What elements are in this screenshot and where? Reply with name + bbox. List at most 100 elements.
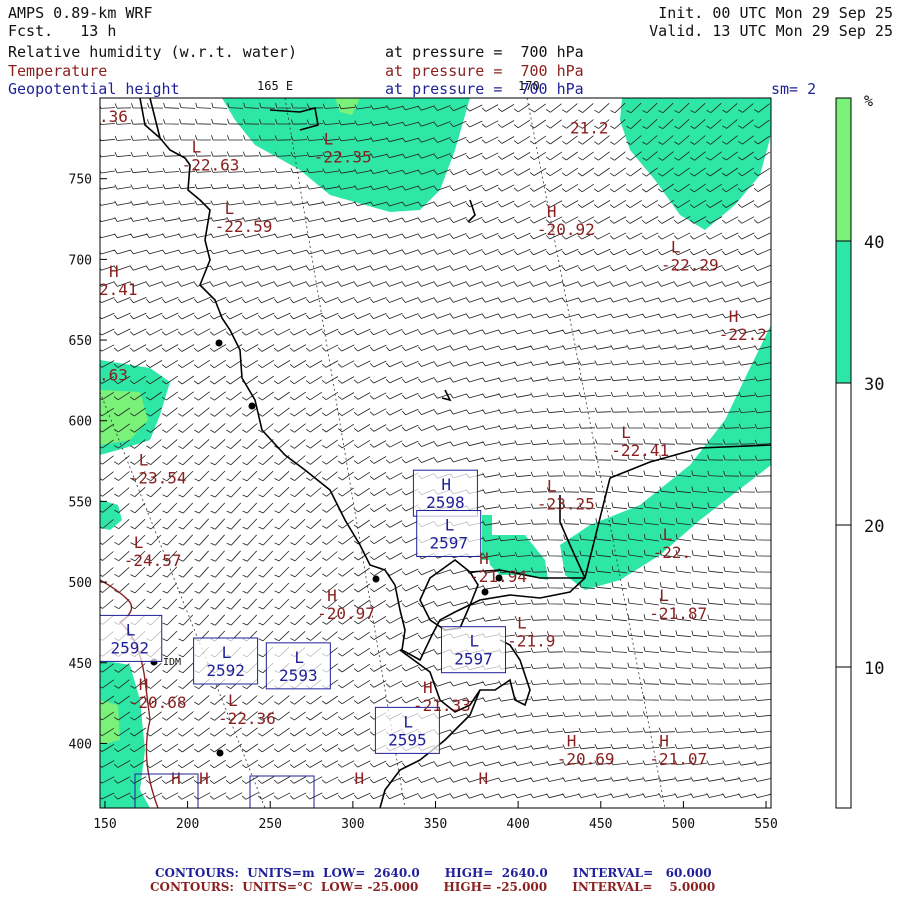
temp-extremum-letter: L xyxy=(134,533,144,552)
temp-value-label: -20.92 xyxy=(537,220,595,239)
edge-extremum-letter: H xyxy=(171,769,181,788)
temp-value-label: -23.54 xyxy=(129,469,187,488)
temp-extremum-letter: L xyxy=(192,138,202,157)
temp-extremum-letter: H xyxy=(139,675,149,694)
colorbar-segment-30-40 xyxy=(836,241,851,383)
x-tick-label: 400 xyxy=(506,817,529,832)
height-extremum-letter: L xyxy=(294,648,304,667)
edge-extremum-letter: H xyxy=(199,769,209,788)
temp-extremum-letter: L xyxy=(324,130,334,149)
temp-value-label: -20.69 xyxy=(557,749,615,768)
temp-value-label: -22.59 xyxy=(215,217,273,236)
height-extremum-letter: L xyxy=(126,620,136,639)
footer-temp-contours: CONTOURS: UNITS=°C LOW= -25.000 HIGH= -2… xyxy=(150,880,716,894)
height-value-label: 2598 xyxy=(426,493,465,512)
temp-extremum-letter: H xyxy=(479,549,489,568)
x-tick-label: 450 xyxy=(589,817,612,832)
y-tick-label: 650 xyxy=(69,334,92,349)
height-extremum-letter: H xyxy=(441,475,451,494)
height-label-box: H2598 xyxy=(412,469,478,517)
colorbar-unit: % xyxy=(864,92,873,110)
height-extremum-letter: L xyxy=(445,516,455,535)
temp-value-label: -20.97 xyxy=(317,604,375,623)
temp-value-label: -22.29 xyxy=(661,256,719,275)
y-tick-label: 500 xyxy=(69,576,92,591)
colorbar-tick-20: 20 xyxy=(864,517,884,537)
colorbar-segment-below-30 xyxy=(836,383,851,808)
x-tick-label: 150 xyxy=(93,817,116,832)
temp-value-label: -20.68 xyxy=(129,693,187,712)
temp-extremum-letter: L xyxy=(621,423,631,442)
height-value-label: 2592 xyxy=(206,661,245,680)
temp-extremum-letter: L xyxy=(659,586,669,605)
height-extremum-letter: L xyxy=(222,643,232,662)
height-value-label: 2597 xyxy=(454,650,493,669)
temp-value-label: 21.2 xyxy=(570,119,609,138)
height-extremum-letter: L xyxy=(403,712,413,731)
temp-extremum-letter: H xyxy=(567,731,577,750)
temp-value-label: -24.57 xyxy=(124,551,182,570)
x-tick-label: 500 xyxy=(672,817,695,832)
temp-extremum-letter: L xyxy=(671,238,681,257)
height-value-label: 2592 xyxy=(110,638,149,657)
colorbar: % 40 30 20 10 xyxy=(835,92,884,809)
x-tick-label: 350 xyxy=(424,817,447,832)
height-label-box: L2597 xyxy=(441,626,507,674)
y-tick-label: 400 xyxy=(69,737,92,752)
temp-extremum-letter: H xyxy=(729,307,739,326)
x-tick-label: 200 xyxy=(176,817,199,832)
temp-extremum-letter: H xyxy=(109,262,119,281)
height-value-label: 2597 xyxy=(429,534,468,553)
height-label-box: L2597 xyxy=(416,510,482,558)
temp-extremum-letter: L xyxy=(517,614,527,633)
x-tick-label: 300 xyxy=(341,817,364,832)
footer-height-contours: CONTOURS: UNITS=m LOW= 2640.0 HIGH= 2640… xyxy=(155,866,712,880)
temp-value-label: -22. xyxy=(653,543,692,562)
edge-extremum-letter: H xyxy=(478,769,488,788)
height-label-box: L2592 xyxy=(100,614,163,662)
height-label-box: L2593 xyxy=(265,642,331,690)
y-tick-label: 450 xyxy=(69,657,92,672)
temp-extremum-letter: L xyxy=(547,476,557,495)
colorbar-tick-40: 40 xyxy=(864,233,884,253)
x-tick-label: 550 xyxy=(754,817,777,832)
temp-value-label: -21.9 xyxy=(507,632,555,651)
temp-extremum-letter: H xyxy=(327,586,337,605)
y-tick-label: 700 xyxy=(69,253,92,268)
temp-extremum-letter: L xyxy=(139,451,149,470)
colorbar-segment-40-plus xyxy=(836,98,851,241)
temp-value-label: -21.07 xyxy=(649,749,707,768)
colorbar-tick-10: 10 xyxy=(864,659,884,679)
temp-extremum-letter: L xyxy=(228,691,238,710)
temp-value-label: -22.41 xyxy=(611,441,669,460)
temp-value-label: .63 xyxy=(99,365,128,384)
temp-extremum-letter: L xyxy=(663,525,673,544)
temp-extremum-letter: H xyxy=(659,731,669,750)
temp-value-label: -21.33 xyxy=(413,696,471,715)
y-tick-label: 750 xyxy=(69,173,92,188)
temp-extremum-letter: L xyxy=(225,199,235,218)
temp-value-label: -21.94 xyxy=(469,567,527,586)
x-tick-label: 250 xyxy=(258,817,281,832)
height-value-label: 2595 xyxy=(388,730,427,749)
edge-extremum-letter: H xyxy=(355,769,365,788)
y-tick-label: 550 xyxy=(69,495,92,510)
temp-value-label: .36 xyxy=(99,107,128,126)
y-tick-label: 600 xyxy=(69,415,92,430)
temp-value-label: -23.25 xyxy=(537,494,595,513)
temp-value-label: -21.87 xyxy=(649,604,707,623)
temp-extremum-letter: H xyxy=(423,678,433,697)
temp-extremum-letter: H xyxy=(547,202,557,221)
colorbar-tick-30: 30 xyxy=(864,375,884,395)
height-label-box: L2592 xyxy=(193,637,259,685)
temp-value-label: 2.41 xyxy=(99,280,138,299)
rh-region-southwest-peak xyxy=(100,700,120,745)
map-figure: H2598L2597L2592 L2592L2593L2597L2595 .36L… xyxy=(69,92,885,832)
height-value-label: 2593 xyxy=(279,666,318,685)
temp-value-label: -22.35 xyxy=(314,148,372,167)
place-label: IDM xyxy=(163,657,181,668)
temp-value-label: -22.36 xyxy=(218,709,276,728)
temp-value-label: -22.63 xyxy=(182,156,240,175)
height-extremum-letter: L xyxy=(470,632,480,651)
temp-value-label: -22.2 xyxy=(719,325,767,344)
